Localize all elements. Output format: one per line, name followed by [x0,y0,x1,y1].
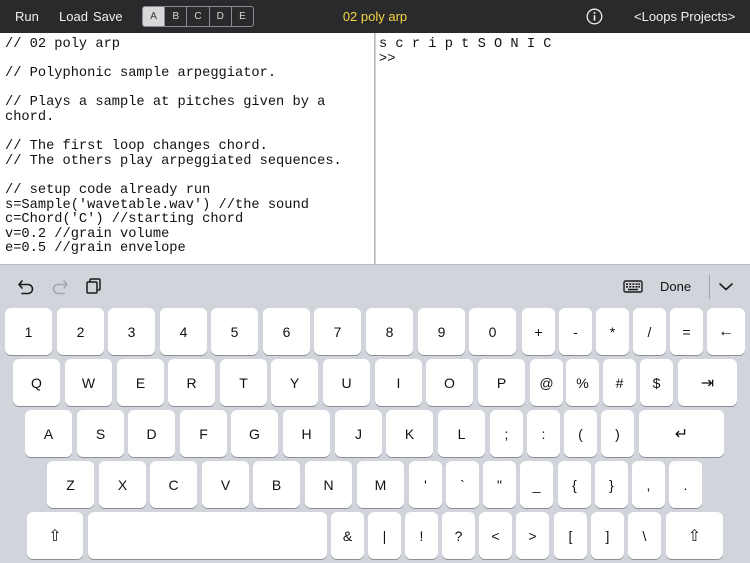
key-4[interactable]: 4 [160,308,207,355]
key-k[interactable]: K [386,410,433,457]
key-f[interactable]: F [180,410,227,457]
key-percent[interactable]: % [566,359,599,406]
key-less-than[interactable]: < [479,512,512,559]
key-0[interactable]: 0 [469,308,516,355]
shift-key-right[interactable]: ⇧ [666,512,723,559]
segment-e[interactable]: E [230,7,253,26]
paste-icon[interactable] [84,276,104,296]
info-icon[interactable] [586,8,603,25]
key-pipe[interactable]: | [368,512,401,559]
key-underscore[interactable]: _ [520,461,553,508]
key-c[interactable]: C [150,461,197,508]
key-m[interactable]: M [357,461,404,508]
key-y[interactable]: Y [271,359,318,406]
key-u[interactable]: U [323,359,370,406]
key-2[interactable]: 2 [57,308,104,355]
key-o[interactable]: O [426,359,473,406]
key-exclamation[interactable]: ! [405,512,438,559]
console-text: s c r i p t S O N I C >> [379,37,552,67]
return-key[interactable]: ↵ [639,410,724,457]
key-3[interactable]: 3 [108,308,155,355]
key-hash[interactable]: # [603,359,636,406]
key-period[interactable]: . [669,461,702,508]
code-editor[interactable]: // 02 poly arp // Polyphonic sample arpe… [0,33,375,264]
segment-b[interactable]: B [164,7,186,26]
key-w[interactable]: W [65,359,112,406]
done-button[interactable]: Done [660,279,691,294]
backspace-key[interactable]: ← [707,308,745,355]
buffer-segmented-control: A B C D E [142,6,254,27]
key-plus[interactable]: + [522,308,555,355]
undo-icon[interactable] [16,276,36,296]
key-dollar[interactable]: $ [640,359,673,406]
key-double-quote[interactable]: " [483,461,516,508]
keyboard-shortcut-bar: Done [0,264,750,307]
key-close-paren[interactable]: ) [601,410,634,457]
segment-c[interactable]: C [186,7,208,26]
segment-d[interactable]: D [208,7,231,26]
key-8[interactable]: 8 [366,308,413,355]
key-asterisk[interactable]: * [596,308,629,355]
key-comma[interactable]: , [632,461,665,508]
key-1[interactable]: 1 [5,308,52,355]
shift-key-left[interactable]: ⇧ [27,512,83,559]
top-toolbar: Run Load Save A B C D E 02 poly arp <Loo… [0,0,750,33]
key-open-bracket[interactable]: [ [554,512,587,559]
console-output[interactable]: s c r i p t S O N I C >> [376,33,750,264]
key-l[interactable]: L [438,410,485,457]
chevron-down-icon[interactable] [717,276,735,296]
key-x[interactable]: X [99,461,146,508]
key-6[interactable]: 6 [263,308,310,355]
key-slash[interactable]: / [633,308,666,355]
key-greater-than[interactable]: > [516,512,549,559]
loops-projects-nav[interactable]: <Loops Projects> [634,9,735,24]
key-h[interactable]: H [283,410,330,457]
key-g[interactable]: G [231,410,278,457]
key-e[interactable]: E [117,359,164,406]
key-b[interactable]: B [253,461,300,508]
segment-a[interactable]: A [143,7,165,26]
key-d[interactable]: D [128,410,175,457]
key-p[interactable]: P [478,359,525,406]
key-j[interactable]: J [335,410,382,457]
redo-icon[interactable] [50,276,70,296]
key-minus[interactable]: - [559,308,592,355]
key-q[interactable]: Q [13,359,60,406]
key-t[interactable]: T [220,359,267,406]
load-button[interactable]: Load [59,9,88,24]
key-v[interactable]: V [202,461,249,508]
key-question[interactable]: ? [442,512,475,559]
key-5[interactable]: 5 [211,308,258,355]
keyboard-icon[interactable] [622,276,644,296]
key-close-brace[interactable]: } [595,461,628,508]
key-s[interactable]: S [77,410,124,457]
key-a[interactable]: A [25,410,72,457]
space-key[interactable] [88,512,327,559]
key-colon[interactable]: : [527,410,560,457]
key-apostrophe[interactable]: ' [409,461,442,508]
key-open-paren[interactable]: ( [564,410,597,457]
key-ampersand[interactable]: & [331,512,364,559]
key-i[interactable]: I [375,359,422,406]
key-9[interactable]: 9 [418,308,465,355]
key-r[interactable]: R [168,359,215,406]
run-button[interactable]: Run [15,9,39,24]
code-text: // 02 poly arp // Polyphonic sample arpe… [5,37,342,257]
on-screen-keyboard: 1 2 3 4 5 6 7 8 9 0 + - * / = ← Q W E R … [0,307,750,563]
key-backtick[interactable]: ` [446,461,479,508]
key-at[interactable]: @ [530,359,563,406]
key-open-brace[interactable]: { [558,461,591,508]
key-close-bracket[interactable]: ] [591,512,624,559]
toolbar-divider [709,275,710,299]
key-equals[interactable]: = [670,308,703,355]
key-n[interactable]: N [305,461,352,508]
tab-key[interactable]: ⇥ [678,359,737,406]
key-semicolon[interactable]: ; [490,410,523,457]
key-backslash[interactable]: \ [628,512,661,559]
save-button[interactable]: Save [93,9,123,24]
key-z[interactable]: Z [47,461,94,508]
key-7[interactable]: 7 [314,308,361,355]
